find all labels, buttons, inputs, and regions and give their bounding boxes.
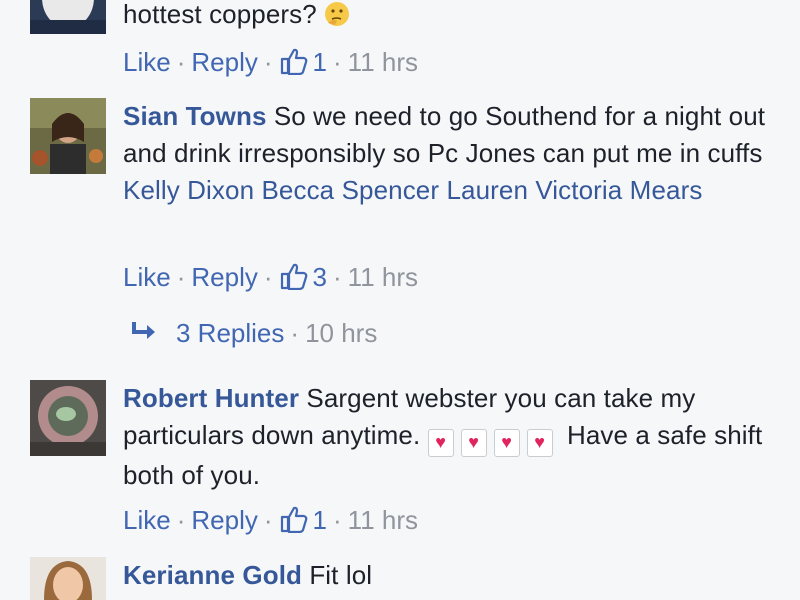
replies-count[interactable]: 3 Replies <box>176 318 284 348</box>
mention[interactable]: Becca Spencer <box>261 175 439 205</box>
timestamp[interactable]: 11 hrs <box>348 262 418 292</box>
heart-icon: ♥ <box>526 429 553 457</box>
separator: · <box>263 47 273 77</box>
comment-text: Fit lol <box>309 560 373 590</box>
heart-icon: ♥ <box>460 429 487 457</box>
comment-author[interactable]: Kerianne Gold <box>123 560 302 590</box>
mention[interactable]: Kelly Dixon <box>123 175 254 205</box>
avatar[interactable] <box>30 0 106 34</box>
timestamp[interactable]: 10 hrs <box>305 318 377 348</box>
separator: · <box>176 47 186 77</box>
reply-link[interactable]: Reply <box>191 505 257 535</box>
separator: · <box>333 505 342 535</box>
heart-icon: ♥ <box>493 429 520 457</box>
avatar[interactable] <box>30 557 106 600</box>
timestamp[interactable]: 11 hrs <box>348 505 418 535</box>
avatar[interactable] <box>30 380 106 456</box>
view-replies[interactable]: 3 Replies · 10 hrs <box>130 316 377 350</box>
separator: · <box>333 47 342 77</box>
separator: · <box>176 262 186 292</box>
like-link[interactable]: Like <box>123 262 171 292</box>
separator: · <box>290 318 300 348</box>
reply-link[interactable]: Reply <box>191 47 257 77</box>
heart-icon: ♥ <box>427 429 454 457</box>
like-link[interactable]: Like <box>123 47 171 77</box>
separator: · <box>263 262 273 292</box>
timestamp[interactable]: 11 hrs <box>348 47 418 77</box>
like-count[interactable]: 1 <box>313 47 327 77</box>
like-count[interactable]: 3 <box>313 262 327 292</box>
thinking-face-icon <box>324 0 350 37</box>
comment-text: hottest coppers? <box>123 0 317 29</box>
thumbs-up-icon[interactable] <box>279 262 309 298</box>
comment-author[interactable]: Sian Towns <box>123 101 267 131</box>
separator: · <box>176 505 186 535</box>
comment-author[interactable]: Robert Hunter <box>123 383 299 413</box>
thumbs-up-icon[interactable] <box>279 505 309 541</box>
separator: · <box>263 505 273 535</box>
separator: · <box>333 262 342 292</box>
like-link[interactable]: Like <box>123 505 171 535</box>
reply-arrow-icon <box>130 316 176 350</box>
avatar[interactable] <box>30 98 106 174</box>
mention[interactable]: Lauren Victoria Mears <box>446 175 702 205</box>
thumbs-up-icon[interactable] <box>279 47 309 83</box>
reply-link[interactable]: Reply <box>191 262 257 292</box>
like-count[interactable]: 1 <box>313 505 327 535</box>
